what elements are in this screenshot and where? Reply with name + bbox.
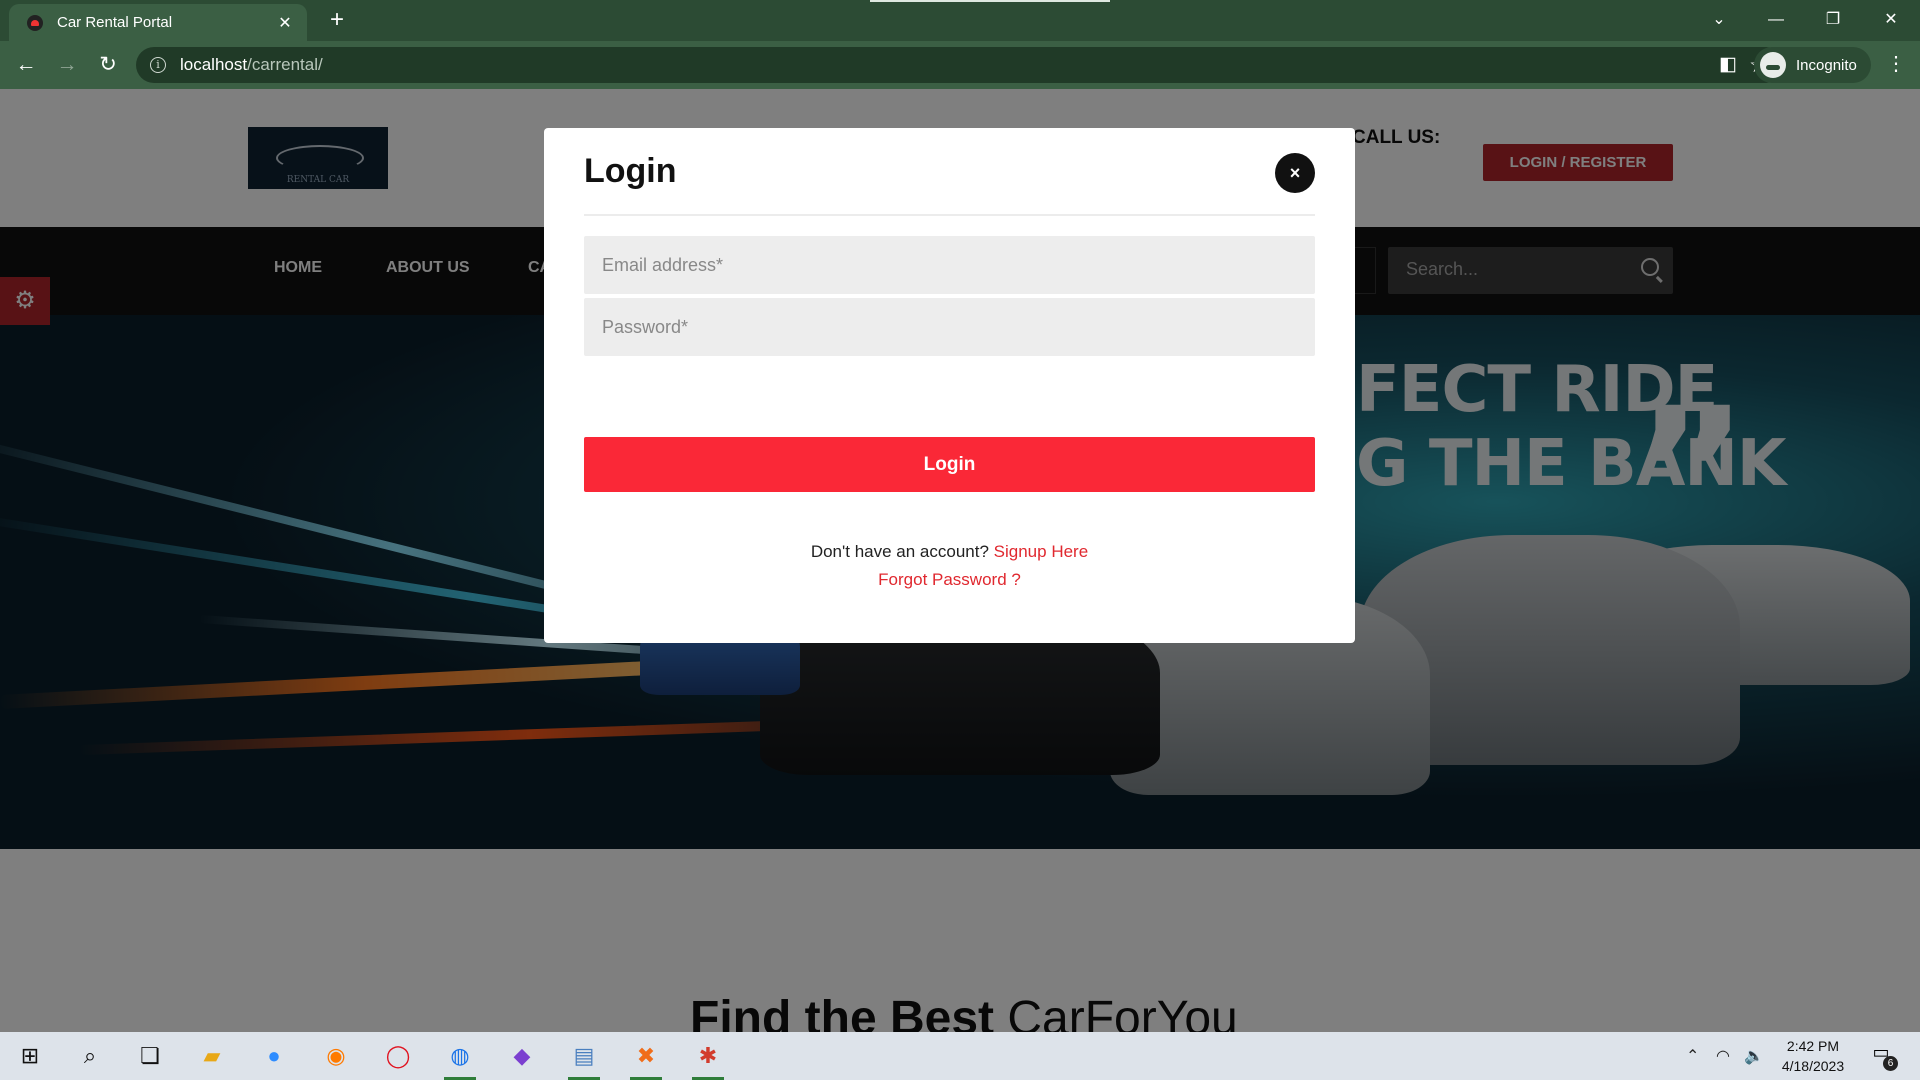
incognito-profile-button[interactable]: Incognito	[1754, 47, 1871, 83]
incognito-icon	[1760, 52, 1786, 78]
app-window-icon[interactable]: ▤	[562, 1038, 606, 1080]
site-info-icon[interactable]: i	[150, 57, 166, 73]
windows-start-icon[interactable]: ⊞	[8, 1038, 52, 1074]
chevron-up-icon[interactable]: ⌃	[1686, 1046, 1699, 1066]
zoom-icon[interactable]: ●	[252, 1038, 296, 1074]
url-path: /carrental/	[247, 55, 323, 74]
browser-menu-icon[interactable]: ⋮	[1886, 51, 1906, 76]
email-field[interactable]	[584, 236, 1315, 294]
visual-studio-icon[interactable]: ◆	[500, 1038, 544, 1074]
browser-window: Car Rental Portal ✕ + ⌄ — ❐ ✕ ← → ↻ i lo…	[0, 0, 1920, 1080]
browser-toolbar: ← → ↻ i localhost/carrental/ ☆ ◧ Incogni…	[0, 41, 1920, 89]
chrome-icon[interactable]: ◍	[438, 1038, 482, 1080]
minimize-button[interactable]: —	[1753, 4, 1799, 36]
login-modal: Login × Login Don't have an account? Sig…	[544, 128, 1355, 643]
notification-icon[interactable]: ▭ 6	[1868, 1042, 1898, 1071]
login-submit-button[interactable]: Login	[584, 437, 1315, 492]
clock-time: 2:42 PM	[1786, 1038, 1840, 1054]
car-favicon-icon	[27, 14, 43, 31]
restore-button[interactable]: ❐	[1810, 4, 1856, 36]
tab-highlight	[870, 0, 1110, 2]
forward-arrow-icon[interactable]: →	[51, 49, 83, 81]
xampp-icon[interactable]: ✖	[624, 1038, 668, 1080]
file-explorer-icon[interactable]: ▰	[190, 1038, 234, 1074]
signup-link[interactable]: Signup Here	[994, 542, 1089, 561]
address-bar[interactable]: i localhost/carrental/ ☆	[136, 47, 1784, 83]
opera-icon[interactable]: ◯	[376, 1038, 420, 1074]
paint-icon[interactable]: ✱	[686, 1038, 730, 1080]
reload-icon[interactable]: ↻	[92, 49, 124, 81]
password-field[interactable]	[584, 298, 1315, 356]
forgot-password-row: Forgot Password ?	[544, 570, 1355, 590]
modal-title: Login	[584, 152, 677, 190]
back-arrow-icon[interactable]: ←	[10, 49, 42, 81]
url-host: localhost	[180, 55, 248, 74]
no-account-text: Don't have an account?	[810, 542, 989, 561]
new-tab-button[interactable]: +	[324, 6, 350, 34]
close-icon[interactable]: ×	[1275, 153, 1315, 193]
web-page: RENTAL CAR CALL US: LOGIN / REGISTER HOM…	[0, 89, 1920, 1032]
wifi-icon[interactable]: ◠	[1716, 1046, 1730, 1066]
tab-car-rental-portal[interactable]: Car Rental Portal ✕	[9, 4, 307, 41]
clock-date: 4/18/2023	[1781, 1058, 1845, 1074]
close-window-button[interactable]: ✕	[1868, 4, 1914, 36]
tab-title: Car Rental Portal	[57, 14, 173, 31]
task-view-icon[interactable]: ❏	[128, 1038, 172, 1074]
firefox-icon[interactable]: ◉	[314, 1038, 358, 1074]
notification-count: 6	[1883, 1056, 1898, 1071]
modal-divider	[584, 214, 1315, 216]
volume-icon[interactable]: 🔈	[1744, 1046, 1764, 1066]
close-tab-icon[interactable]: ✕	[275, 13, 295, 33]
tab-strip: Car Rental Portal ✕ + ⌄ — ❐ ✕	[0, 0, 1920, 41]
profile-label: Incognito	[1796, 56, 1857, 74]
signup-prompt: Don't have an account? Signup Here	[544, 542, 1355, 562]
side-panel-icon[interactable]: ◧	[1716, 53, 1740, 77]
windows-taskbar: ⊞ ⌕ ❏ ▰ ● ◉ ◯ ◍ ◆ ▤ ✖ ✱ ⌃ ◠ 🔈 2:42 PM 4/…	[0, 1032, 1920, 1080]
search-icon[interactable]: ⌕	[68, 1038, 112, 1074]
system-clock[interactable]: 2:42 PM 4/18/2023	[1770, 1036, 1856, 1076]
tab-search-chevron-icon[interactable]: ⌄	[1696, 4, 1742, 36]
forgot-password-link[interactable]: Forgot Password ?	[878, 570, 1021, 589]
